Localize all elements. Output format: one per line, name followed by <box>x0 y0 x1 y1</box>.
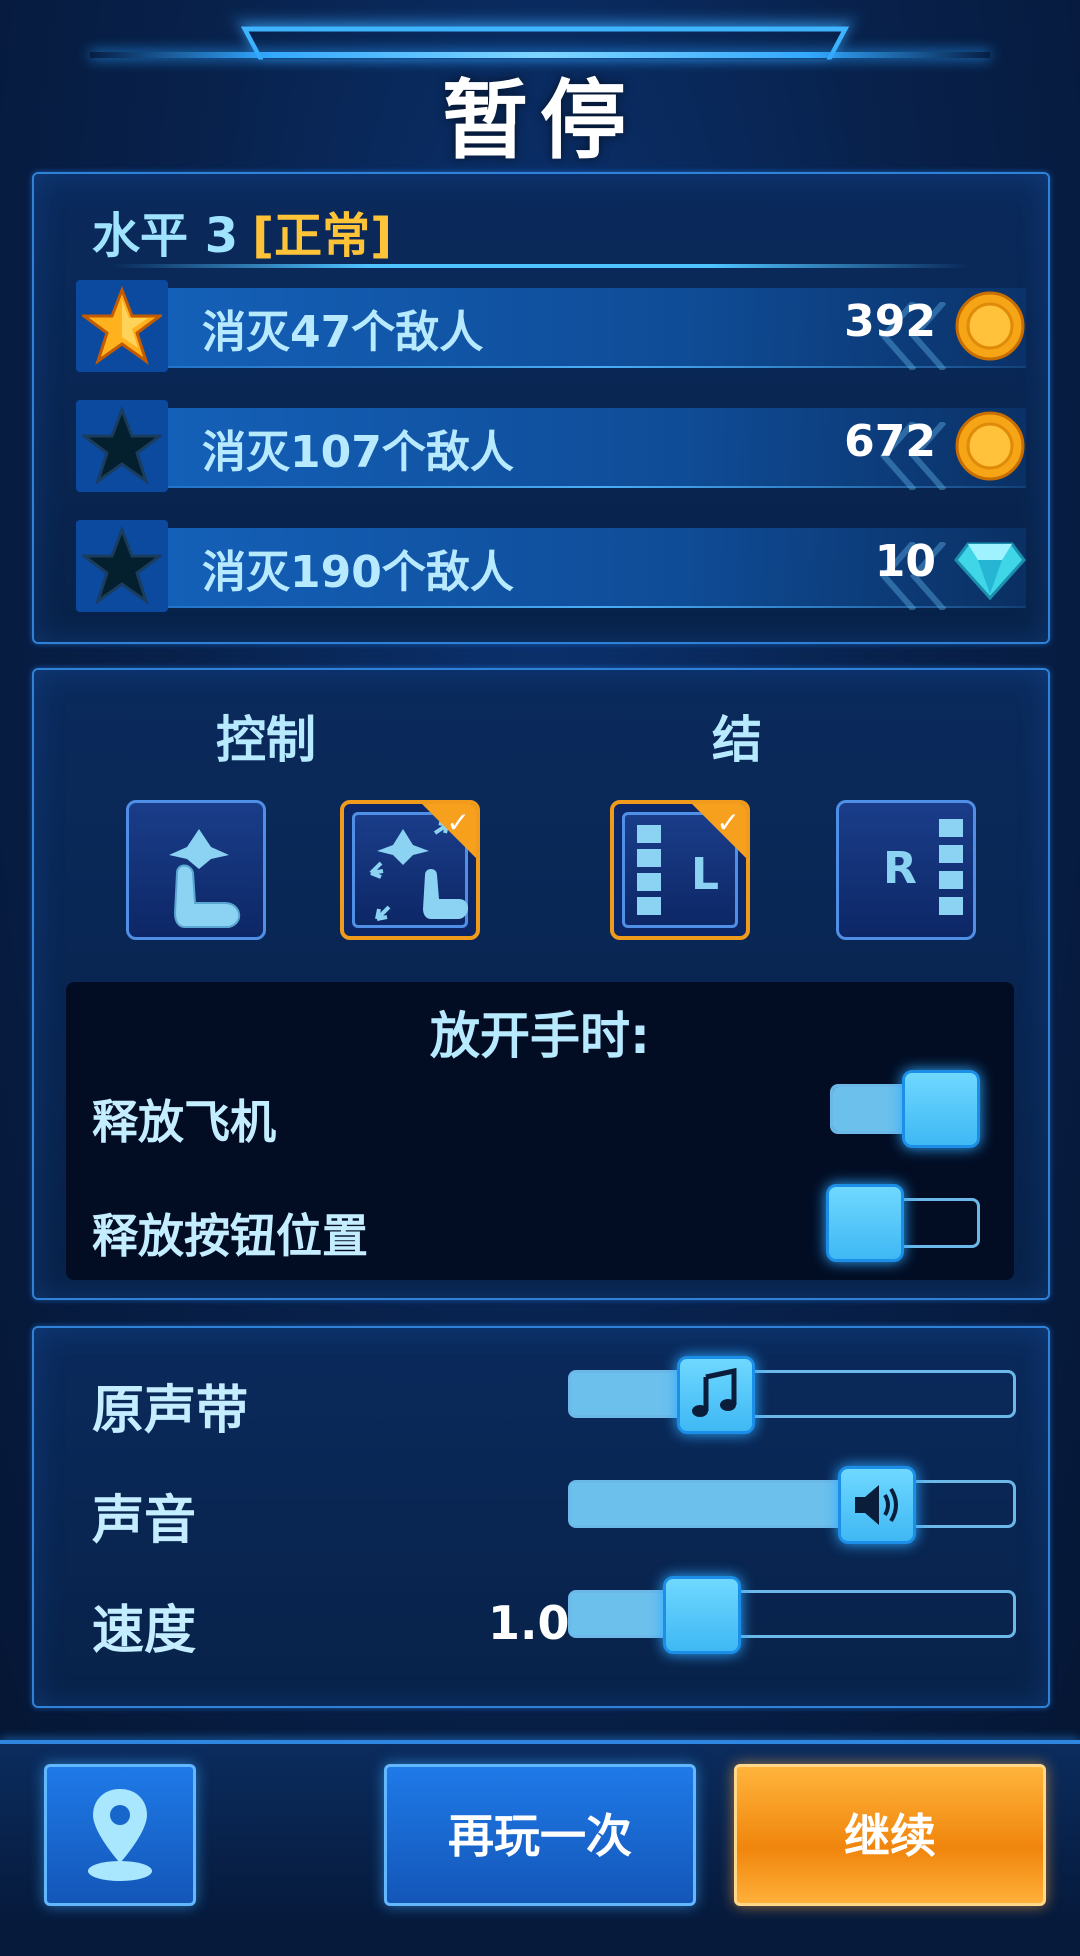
mission-text: 消灭107个敌人 <box>202 427 514 478</box>
slider-fill <box>571 1483 881 1525</box>
checkmark-icon: ✓ <box>446 806 470 839</box>
release-plane-label: 释放飞机 <box>92 1095 276 1149</box>
level-divider <box>110 264 970 268</box>
soundtrack-slider[interactable] <box>568 1370 1016 1418</box>
map-button[interactable] <box>44 1764 196 1906</box>
mission-text: 消灭190个敌人 <box>202 547 514 598</box>
finger-under-plane-icon <box>169 829 240 928</box>
checkmark-icon: ✓ <box>716 806 740 839</box>
continue-button[interactable]: 继续 <box>734 1764 1046 1906</box>
control-heading: 控制 <box>216 711 316 769</box>
music-note-icon <box>691 1367 737 1417</box>
gem-icon <box>954 542 1026 601</box>
mission-text: 消灭47个敌人 <box>202 307 484 358</box>
mission-row: 消灭190个敌人 10 <box>76 520 1026 612</box>
map-pin-icon <box>88 1789 152 1881</box>
release-button-label: 释放按钮位置 <box>92 1209 368 1263</box>
mission-reward-value: 10 <box>874 536 936 587</box>
mission-row: 消灭47个敌人 392 <box>76 280 1026 372</box>
layout-right-button[interactable]: R <box>836 800 976 940</box>
layout-heading: 结 <box>712 711 762 769</box>
sound-slider-handle[interactable] <box>838 1466 917 1544</box>
mission-reward-value: 672 <box>844 416 936 467</box>
level-title: 水平 3 [正常] <box>92 196 392 266</box>
release-button-toggle-knob[interactable] <box>826 1184 904 1262</box>
release-plane-toggle-knob[interactable] <box>902 1070 980 1148</box>
speed-value: 1.0 <box>488 1596 570 1650</box>
gold-star-icon <box>76 280 168 372</box>
mission-row: 消灭107个敌人 672 <box>76 400 1026 492</box>
soundtrack-label: 原声带 <box>92 1381 249 1441</box>
layout-right-label: R <box>883 843 917 894</box>
speed-label: 速度 <box>92 1601 197 1661</box>
control-mode-relative-button[interactable]: ✓ <box>340 800 480 940</box>
empty-star-icon <box>76 520 168 612</box>
mission-reward-value: 392 <box>844 296 936 347</box>
soundtrack-slider-handle[interactable] <box>676 1356 755 1434</box>
sound-label: 声音 <box>92 1491 197 1551</box>
layout-left-button[interactable]: L ✓ <box>610 800 750 940</box>
release-options-box: 放开手时: 释放飞机 释放按钮位置 <box>66 982 1014 1280</box>
speaker-icon <box>855 1485 899 1525</box>
coin-icon <box>955 291 1025 361</box>
empty-star-icon <box>76 400 168 492</box>
level-number: 水平 3 <box>92 208 239 264</box>
control-mode-touch-button[interactable] <box>126 800 266 940</box>
level-mode: [正常] <box>252 208 393 264</box>
replay-button[interactable]: 再玩一次 <box>384 1764 696 1906</box>
speed-slider-handle[interactable] <box>663 1576 742 1654</box>
coin-icon <box>955 411 1025 481</box>
page-title: 暂停 <box>442 71 638 171</box>
sound-slider[interactable] <box>568 1480 1016 1528</box>
speed-slider[interactable] <box>568 1590 1016 1638</box>
release-heading: 放开手时: <box>430 1007 650 1065</box>
